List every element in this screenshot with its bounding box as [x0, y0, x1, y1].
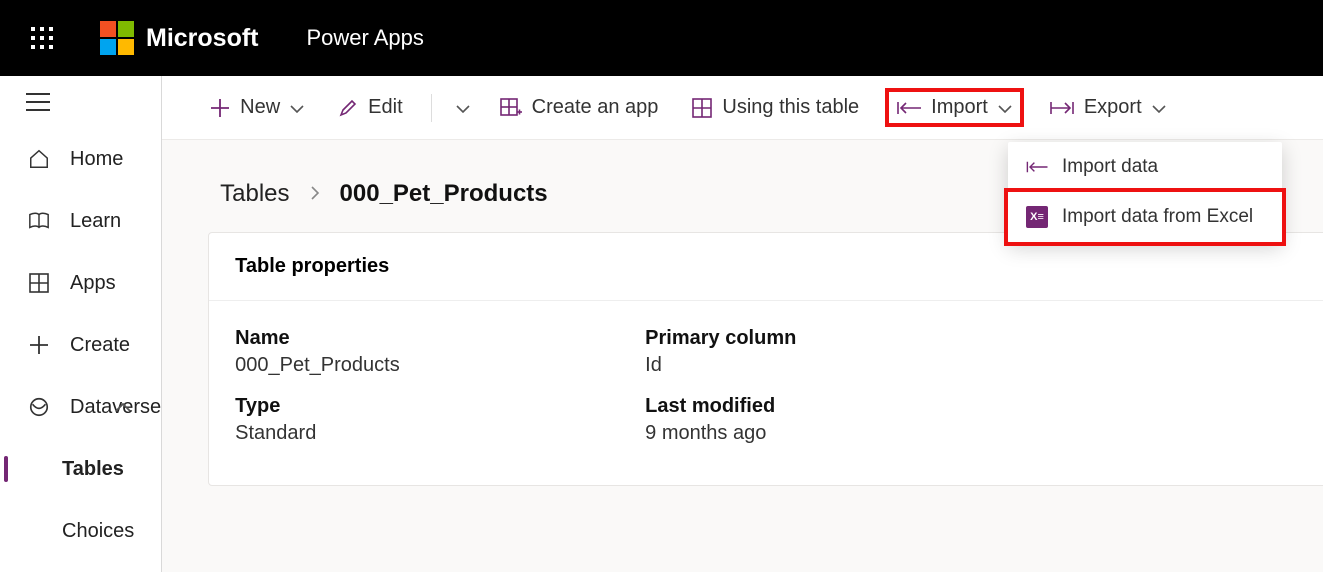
- button-label: Import: [931, 96, 988, 119]
- dataverse-icon: [26, 396, 52, 418]
- breadcrumb-current: 000_Pet_Products: [340, 180, 548, 208]
- dropdown-item-import-data[interactable]: Import data: [1008, 142, 1282, 192]
- separator: [431, 94, 432, 122]
- prop-label-type: Type: [235, 395, 645, 418]
- button-label: New: [240, 96, 280, 119]
- chevron-down-icon: [1152, 96, 1166, 119]
- chevron-down-icon: [290, 96, 304, 119]
- collapse-nav-button[interactable]: [0, 76, 161, 128]
- excel-icon: X≡: [1026, 206, 1048, 228]
- app-grid-plus-icon: [500, 98, 522, 118]
- prop-value-last-modified: 9 months ago: [645, 422, 1045, 445]
- microsoft-wordmark: Microsoft: [146, 24, 259, 53]
- import-arrow-icon: [897, 100, 921, 116]
- book-icon: [26, 211, 52, 231]
- dropdown-item-import-excel[interactable]: X≡ Import data from Excel: [1004, 188, 1286, 246]
- grid-icon: [26, 273, 52, 293]
- sidebar-item-create[interactable]: Create: [0, 314, 161, 376]
- sidebar-item-learn[interactable]: Learn: [0, 190, 161, 252]
- pencil-icon: [338, 98, 358, 118]
- new-button[interactable]: New: [202, 90, 312, 125]
- export-button[interactable]: Export: [1042, 90, 1174, 125]
- prop-label-primary: Primary column: [645, 327, 1045, 350]
- app-header: Microsoft Power Apps: [0, 0, 1323, 76]
- prop-value-name: 000_Pet_Products: [235, 354, 645, 377]
- app-launcher-icon[interactable]: [22, 18, 62, 58]
- import-button[interactable]: Import: [885, 88, 1024, 127]
- sidebar-item-apps[interactable]: Apps: [0, 252, 161, 314]
- command-bar: New Edit Create a: [162, 76, 1323, 140]
- sidebar-item-label: Create: [70, 334, 130, 357]
- chevron-right-icon: [310, 180, 320, 208]
- app-title: Power Apps: [307, 25, 424, 51]
- button-label: Edit: [368, 96, 402, 119]
- sidebar-item-label: Home: [70, 148, 123, 171]
- dropdown-item-label: Import data: [1062, 156, 1158, 178]
- sidebar-item-dataverse[interactable]: Dataverse: [0, 376, 161, 438]
- properties-grid: Name 000_Pet_Products Primary column Id …: [209, 301, 1323, 485]
- dropdown-item-label: Import data from Excel: [1062, 206, 1253, 228]
- plus-icon: [210, 98, 230, 118]
- sidebar-item-label: Tables: [62, 458, 124, 481]
- plus-icon: [26, 335, 52, 355]
- sidebar-item-home[interactable]: Home: [0, 128, 161, 190]
- sidebar: Home Learn Apps Create Dataverse: [0, 76, 162, 572]
- table-properties-panel: Table properties Name 000_Pet_Products P…: [208, 232, 1323, 486]
- sidebar-item-label: Learn: [70, 210, 121, 233]
- prop-label-last-modified: Last modified: [645, 395, 1045, 418]
- chevron-down-icon: [998, 96, 1012, 119]
- chevron-down-icon: [456, 96, 470, 119]
- edit-button[interactable]: Edit: [330, 90, 410, 125]
- microsoft-logo[interactable]: Microsoft: [100, 21, 259, 55]
- edit-dropdown-button[interactable]: [452, 90, 474, 125]
- prop-label-description: Description: [1045, 327, 1323, 350]
- prop-label-name: Name: [235, 327, 645, 350]
- button-label: Using this table: [722, 96, 859, 119]
- import-arrow-icon: [1026, 160, 1048, 174]
- button-label: Export: [1084, 96, 1142, 119]
- import-dropdown-menu: Import data X≡ Import data from Excel: [1008, 142, 1282, 242]
- create-app-button[interactable]: Create an app: [492, 90, 667, 125]
- sidebar-item-label: Apps: [70, 272, 116, 295]
- sidebar-subitem-tables[interactable]: Tables: [0, 438, 161, 500]
- table-icon: [692, 98, 712, 118]
- prop-value-type: Standard: [235, 422, 645, 445]
- chevron-up-icon: [115, 396, 131, 419]
- using-this-table-button[interactable]: Using this table: [684, 90, 867, 125]
- breadcrumb-root[interactable]: Tables: [220, 180, 289, 208]
- hamburger-icon: [26, 93, 50, 111]
- home-icon: [26, 148, 52, 170]
- microsoft-logo-icon: [100, 21, 134, 55]
- sidebar-subitem-choices[interactable]: Choices: [0, 500, 161, 562]
- prop-value-primary: Id: [645, 354, 1045, 377]
- button-label: Create an app: [532, 96, 659, 119]
- sidebar-item-label: Choices: [62, 520, 134, 543]
- export-arrow-icon: [1050, 100, 1074, 116]
